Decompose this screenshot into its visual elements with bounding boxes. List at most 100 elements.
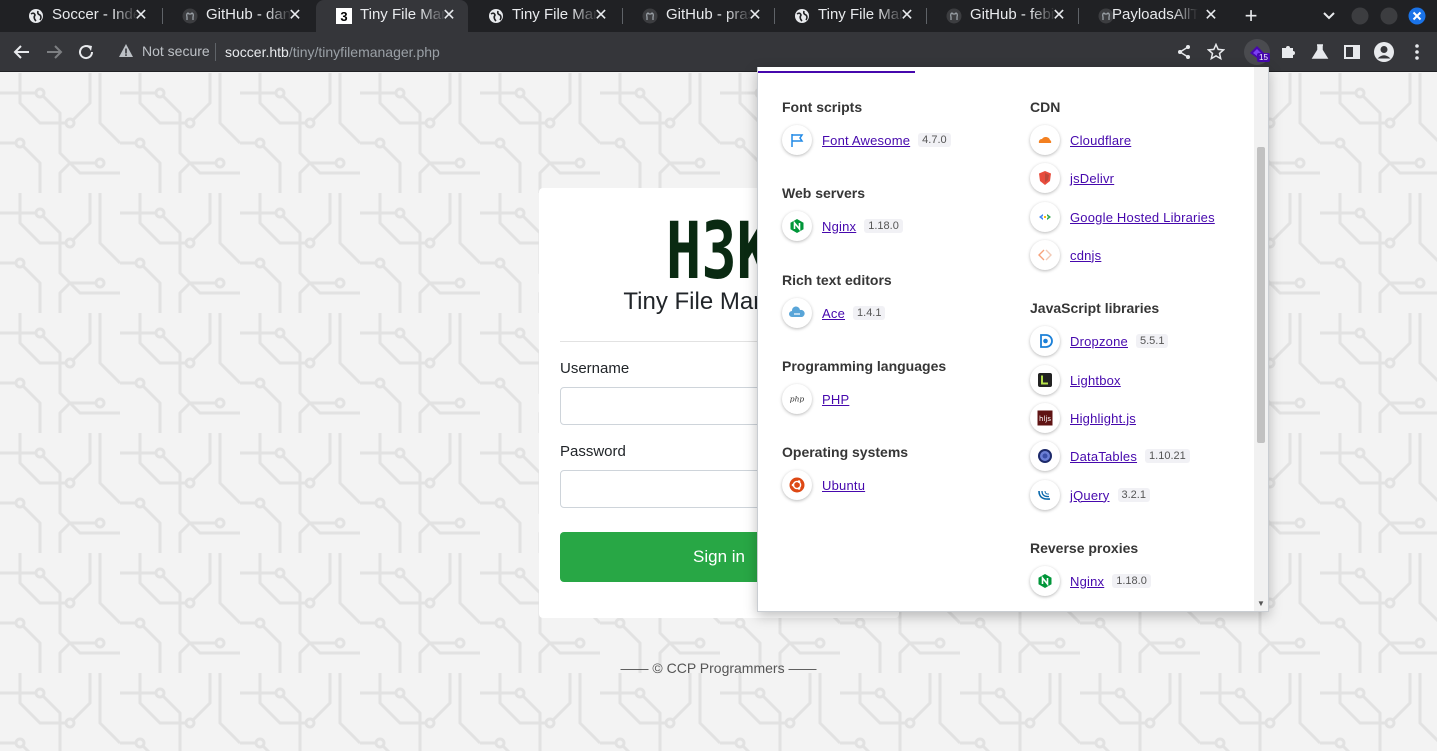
browser-tab[interactable]: PayloadsAllTh ✕ xyxy=(1078,0,1230,32)
labs-button[interactable] xyxy=(1308,40,1332,64)
tech-name: PHP xyxy=(822,391,850,407)
tech-version: 1.18.0 xyxy=(864,219,903,233)
username-label: Username xyxy=(560,360,630,377)
share-icon xyxy=(1178,45,1190,59)
tech-name: Font Awesome xyxy=(822,132,911,148)
password-label: Password xyxy=(560,443,626,460)
reload-button[interactable] xyxy=(74,40,98,64)
menu-button[interactable] xyxy=(1405,40,1429,64)
warning-icon xyxy=(119,44,133,57)
url-host: soccer.htb xyxy=(225,44,289,60)
tab-title: GitHub - pras xyxy=(666,6,752,23)
wappalyzer-popup: Font scripts Font Awesome 4.7.0 Web serv… xyxy=(757,67,1269,612)
wappalyzer-extension-button[interactable]: 15 xyxy=(1244,39,1270,65)
tech-name: Lightbox xyxy=(1070,372,1121,388)
category-javascript-libraries: JavaScript libraries xyxy=(1030,300,1160,316)
tab-title: Tiny File Man xyxy=(512,6,598,23)
footer-text: —— © CCP Programmers —— xyxy=(620,660,817,676)
tech-name: Highlight.js xyxy=(1070,410,1136,426)
tech-name: Ace xyxy=(822,305,846,321)
tech-item[interactable]: Nginx 1.18.0 xyxy=(1030,566,1151,596)
bookmark-button[interactable] xyxy=(1204,40,1228,64)
tab-strip: Soccer - Inde ✕ GitHub - dan ✕ 3 Tiny Fi… xyxy=(0,0,1437,32)
browser-tab[interactable]: GitHub - febi ✕ xyxy=(926,0,1078,32)
tab-title: PayloadsAllTh xyxy=(1112,6,1198,23)
browser-tab[interactable]: Tiny File Man ✕ xyxy=(468,0,620,32)
svg-text:3: 3 xyxy=(340,9,347,24)
arrow-left-icon xyxy=(13,45,29,59)
scroll-down-arrow-icon[interactable]: ▼ xyxy=(1257,599,1265,608)
close-icon[interactable]: ✕ xyxy=(286,5,304,25)
ubuntu-icon xyxy=(789,477,805,493)
tech-item[interactable]: Dropzone 5.5.1 xyxy=(1030,326,1169,356)
tech-item[interactable]: Nginx 1.18.0 xyxy=(782,211,903,241)
tech-name: jsDelivr xyxy=(1070,170,1115,186)
category-programming-languages: Programming languages xyxy=(782,358,947,374)
maximize-icon[interactable] xyxy=(1380,7,1398,25)
tab-search-icon[interactable] xyxy=(1322,7,1336,25)
category-cdn: CDN xyxy=(1030,99,1061,115)
close-icon[interactable]: ✕ xyxy=(898,5,916,25)
cloud9-icon xyxy=(789,306,805,317)
new-tab-button[interactable]: + xyxy=(1241,3,1261,29)
tech-version: 3.2.1 xyxy=(1117,488,1150,502)
close-icon[interactable]: ✕ xyxy=(440,5,458,25)
tab-title: GitHub - dan xyxy=(206,6,292,23)
tech-item[interactable]: Font Awesome 4.7.0 xyxy=(782,125,951,155)
window-close-icon[interactable] xyxy=(1408,7,1426,25)
puzzle-icon xyxy=(1282,46,1295,58)
forward-button[interactable] xyxy=(42,40,66,64)
tech-item[interactable]: jsDelivr xyxy=(1030,163,1114,193)
url-field[interactable]: soccer.htb/tiny/tinyfilemanager.php xyxy=(225,44,440,60)
minimize-icon[interactable] xyxy=(1351,7,1369,25)
back-button[interactable] xyxy=(10,40,34,64)
svg-text:hljs: hljs xyxy=(1039,415,1051,423)
close-icon[interactable]: ✕ xyxy=(1202,5,1220,25)
tech-item[interactable]: Google Hosted Libraries xyxy=(1030,202,1215,232)
profile-button[interactable] xyxy=(1372,40,1396,64)
globe-icon xyxy=(29,9,43,23)
category-font-scripts: Font scripts xyxy=(782,99,863,115)
browser-tab-active[interactable]: 3 Tiny File Man ✕ xyxy=(316,0,468,32)
php-icon: php xyxy=(790,395,805,404)
nginx-icon xyxy=(1038,574,1052,588)
globe-icon xyxy=(489,9,503,23)
share-button[interactable] xyxy=(1172,40,1196,64)
browser-tab[interactable]: GitHub - pras ✕ xyxy=(622,0,774,32)
browser-tab[interactable]: Tiny File Man ✕ xyxy=(774,0,926,32)
close-icon[interactable]: ✕ xyxy=(746,5,764,25)
close-icon[interactable]: ✕ xyxy=(1050,5,1068,25)
security-indicator[interactable]: Not secure xyxy=(118,43,210,59)
tech-item[interactable]: cdnjs xyxy=(1030,240,1101,270)
tech-item[interactable]: Lightbox xyxy=(1030,365,1121,395)
tech-item[interactable]: jQuery 3.2.1 xyxy=(1030,480,1150,510)
tech-name: DataTables xyxy=(1070,448,1138,464)
side-panel-button[interactable] xyxy=(1340,40,1364,64)
tech-version: 5.5.1 xyxy=(1135,334,1169,348)
category-web-servers: Web servers xyxy=(782,185,866,201)
tech-item[interactable]: php PHP xyxy=(782,384,849,414)
jsdelivr-icon xyxy=(1039,171,1051,185)
scrollbar-thumb[interactable] xyxy=(1257,147,1265,443)
close-icon[interactable]: ✕ xyxy=(132,5,150,25)
github-icon xyxy=(642,8,658,24)
tech-version: 4.7.0 xyxy=(918,133,951,147)
close-icon[interactable]: ✕ xyxy=(592,5,610,25)
flask-icon xyxy=(1311,44,1329,59)
tech-version: 1.4.1 xyxy=(853,306,886,320)
nginx-icon xyxy=(790,219,804,233)
extensions-button[interactable] xyxy=(1276,40,1300,64)
browser-tab[interactable]: GitHub - dan ✕ xyxy=(162,0,314,32)
browser-tab[interactable]: Soccer - Inde ✕ xyxy=(8,0,160,32)
tech-name: jQuery xyxy=(1070,487,1110,503)
tech-name: cdnjs xyxy=(1070,247,1102,263)
reload-icon xyxy=(79,45,94,60)
tech-item[interactable]: Cloudflare xyxy=(1030,125,1131,155)
tech-version: 1.18.0 xyxy=(1112,574,1151,588)
tech-item[interactable]: Ubuntu xyxy=(782,470,865,500)
tech-item[interactable]: DataTables 1.10.21 xyxy=(1030,441,1190,471)
tech-item[interactable]: Ace 1.4.1 xyxy=(782,298,886,328)
kebab-menu-icon xyxy=(1415,44,1419,60)
popup-scrollbar[interactable]: ▼ xyxy=(1254,67,1268,611)
tech-item[interactable]: hljs Highlight.js xyxy=(1030,403,1136,433)
